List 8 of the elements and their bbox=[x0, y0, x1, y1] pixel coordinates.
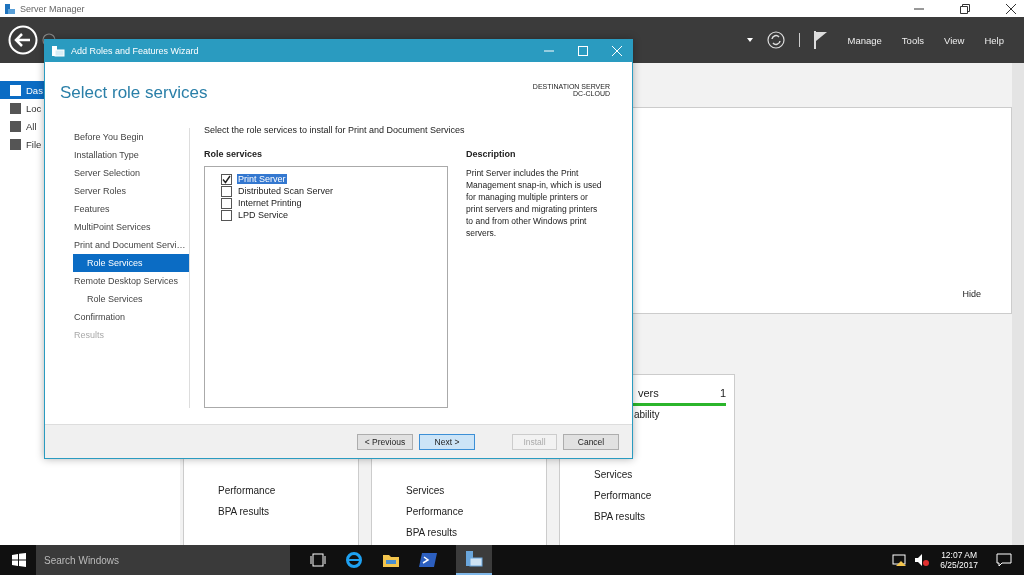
instruction-text: Select the role services to install for Print and Document Services bbox=[204, 125, 466, 135]
dialog-title: Add Roles and Features Wizard bbox=[71, 46, 199, 56]
description-text: Print Server includes the Print Management snap-in, which is used for managing multiple printers or print servers and migrating printers to and from other Windows print servers. bbox=[466, 167, 603, 239]
window-title: Server Manager bbox=[20, 3, 85, 14]
section-heading: Role services bbox=[204, 149, 264, 159]
section-heading: Description bbox=[466, 149, 517, 159]
tile-count: 1 bbox=[719, 387, 726, 399]
page-heading: Select role services bbox=[60, 83, 208, 103]
